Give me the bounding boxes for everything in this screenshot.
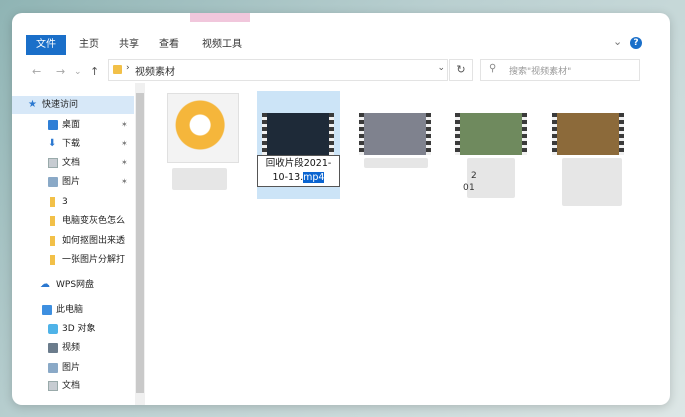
film-strip-icon	[426, 113, 431, 155]
address-bar[interactable]: › 视频素材 ⌄	[108, 59, 448, 81]
sidebar-item-quick-access[interactable]: ★ 快速访问	[12, 96, 134, 114]
blurred-filename	[562, 158, 622, 206]
folder-icon	[50, 236, 55, 246]
document-icon	[48, 158, 58, 168]
rename-input[interactable]: 回收片段2021-10-13.mp4	[257, 155, 340, 187]
film-strip-icon	[552, 113, 557, 155]
download-icon: ⬇	[48, 138, 57, 149]
pin-icon[interactable]: ✶	[121, 135, 128, 153]
file-explorer-window: 文件 主页 共享 查看 视频工具 ⌄ ? ← → ⌄ ↑ › 视频素材 ⌄ ↻ …	[12, 13, 670, 405]
film-strip-icon	[329, 113, 334, 155]
blurred-filename	[172, 168, 227, 190]
tab-share[interactable]: 共享	[116, 35, 142, 55]
folder-icon	[50, 255, 55, 265]
document-icon	[48, 381, 58, 391]
tab-view[interactable]: 查看	[156, 35, 182, 55]
tab-home[interactable]: 主页	[76, 35, 102, 55]
sidebar-item-folder[interactable]: 电脑变灰色怎么	[12, 212, 134, 230]
partial-filename-text: 1	[469, 183, 475, 193]
partial-filename-text: 0	[463, 183, 469, 193]
desktop-icon	[48, 120, 58, 130]
sidebar-item-folder[interactable]: 如何抠图出来透	[12, 232, 134, 250]
sidebar-item-3d-objects[interactable]: 3D 对象	[12, 320, 134, 338]
video-frame	[455, 113, 527, 155]
file-thumbnail[interactable]	[167, 93, 239, 163]
video-thumbnail[interactable]	[262, 113, 334, 155]
up-arrow-icon[interactable]: ↑	[90, 65, 99, 78]
back-arrow-icon[interactable]: ←	[32, 65, 41, 78]
pin-icon[interactable]: ✶	[121, 173, 128, 191]
app-logo-icon	[174, 100, 232, 150]
forward-arrow-icon[interactable]: →	[56, 65, 65, 78]
film-strip-icon	[262, 113, 267, 155]
video-frame	[552, 113, 624, 155]
3d-objects-icon	[48, 324, 58, 334]
picture-icon	[48, 177, 58, 187]
search-box[interactable]: ⚲ 搜索"视频素材"	[480, 59, 640, 81]
video-folder-icon	[48, 343, 58, 353]
computer-icon	[42, 305, 52, 315]
folder-icon	[50, 197, 55, 207]
navigation-pane: ★ 快速访问 桌面 ✶ ⬇ 下载 ✶ 文档 ✶ 图片 ✶ 3 电脑变灰色怎么 如…	[12, 83, 134, 405]
film-strip-icon	[522, 113, 527, 155]
picture-icon	[48, 363, 58, 373]
film-strip-icon	[455, 113, 460, 155]
sidebar-item-documents[interactable]: 文档 ✶	[12, 154, 134, 172]
video-thumbnail[interactable]	[552, 113, 624, 155]
recent-dropdown-icon[interactable]: ⌄	[74, 67, 82, 77]
tab-file[interactable]: 文件	[26, 35, 66, 55]
cloud-icon: ☁	[40, 279, 50, 290]
sidebar-item-pictures[interactable]: 图片 ✶	[12, 173, 134, 191]
video-frame	[359, 113, 431, 155]
sidebar-item-videos[interactable]: 视频	[12, 339, 134, 357]
ribbon-tabs: 文件 主页 共享 查看 视频工具 ⌄ ?	[12, 13, 670, 57]
blurred-filename	[364, 158, 428, 168]
tab-video-tools[interactable]: 视频工具	[196, 35, 248, 55]
address-dropdown-icon[interactable]: ⌄	[437, 63, 445, 73]
breadcrumb-chevron-icon[interactable]: ›	[126, 63, 130, 73]
video-frame	[262, 113, 334, 155]
sidebar-item-downloads[interactable]: ⬇ 下载 ✶	[12, 135, 134, 153]
ribbon-expand-chevron-icon[interactable]: ⌄	[613, 35, 622, 48]
sidebar-item-folder-3[interactable]: 3	[12, 193, 134, 211]
video-thumbnail[interactable]	[359, 113, 431, 155]
sidebar-item-pictures-pc[interactable]: 图片	[12, 359, 134, 377]
search-placeholder: 搜索"视频素材"	[509, 67, 572, 77]
refresh-icon[interactable]: ↻	[449, 59, 473, 81]
breadcrumb-current[interactable]: 视频素材	[135, 63, 175, 78]
sidebar-item-folder[interactable]: 一张图片分解打	[12, 251, 134, 269]
search-icon: ⚲	[489, 63, 497, 74]
context-tab-highlight	[190, 13, 250, 22]
pin-icon[interactable]: ✶	[121, 116, 128, 134]
film-strip-icon	[619, 113, 624, 155]
film-strip-icon	[359, 113, 364, 155]
help-icon[interactable]: ?	[630, 37, 642, 49]
sidebar-item-documents-pc[interactable]: 文档	[12, 377, 134, 395]
folder-icon	[50, 216, 55, 226]
video-thumbnail[interactable]	[455, 113, 527, 155]
folder-icon	[113, 65, 122, 74]
sidebar-item-desktop[interactable]: 桌面 ✶	[12, 116, 134, 134]
pin-icon[interactable]: ✶	[121, 154, 128, 172]
sidebar-item-this-pc[interactable]: 此电脑	[12, 301, 134, 319]
star-icon: ★	[28, 99, 37, 110]
sidebar-item-wps-cloud[interactable]: ☁ WPS网盘	[12, 276, 134, 294]
sidebar-scrollbar-thumb[interactable]	[136, 93, 144, 393]
partial-filename-text: 2	[471, 171, 477, 181]
